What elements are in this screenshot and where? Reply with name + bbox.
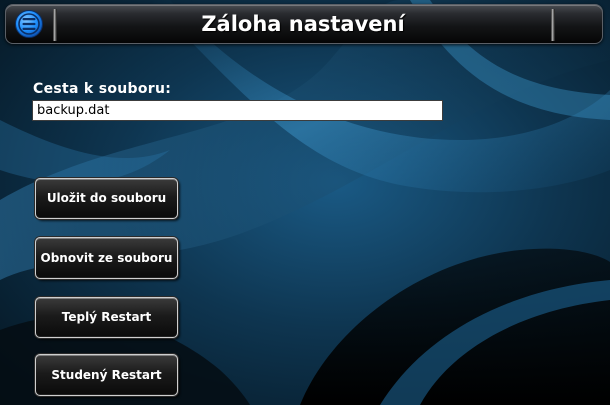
restore-from-file-button[interactable]: Obnovit ze souboru bbox=[35, 237, 178, 279]
cold-restart-label: Studený Restart bbox=[51, 368, 162, 382]
menu-icon[interactable] bbox=[14, 9, 44, 39]
restore-from-file-label: Obnovit ze souboru bbox=[40, 251, 173, 265]
title-bar: Záloha nastavení bbox=[5, 4, 603, 44]
page-title: Záloha nastavení bbox=[201, 12, 405, 36]
title-divider-left bbox=[53, 9, 57, 41]
file-path-input[interactable] bbox=[32, 100, 443, 121]
warm-restart-label: Teplý Restart bbox=[61, 310, 152, 324]
title-divider-right bbox=[551, 9, 555, 41]
save-to-file-button[interactable]: Uložit do souboru bbox=[35, 178, 178, 219]
warm-restart-button[interactable]: Teplý Restart bbox=[35, 297, 178, 338]
backup-settings-screen: Záloha nastavení Cesta k souboru: Uložit… bbox=[0, 0, 610, 405]
cold-restart-button[interactable]: Studený Restart bbox=[35, 354, 178, 396]
file-path-label: Cesta k souboru: bbox=[33, 81, 172, 97]
save-to-file-label: Uložit do souboru bbox=[46, 191, 167, 205]
